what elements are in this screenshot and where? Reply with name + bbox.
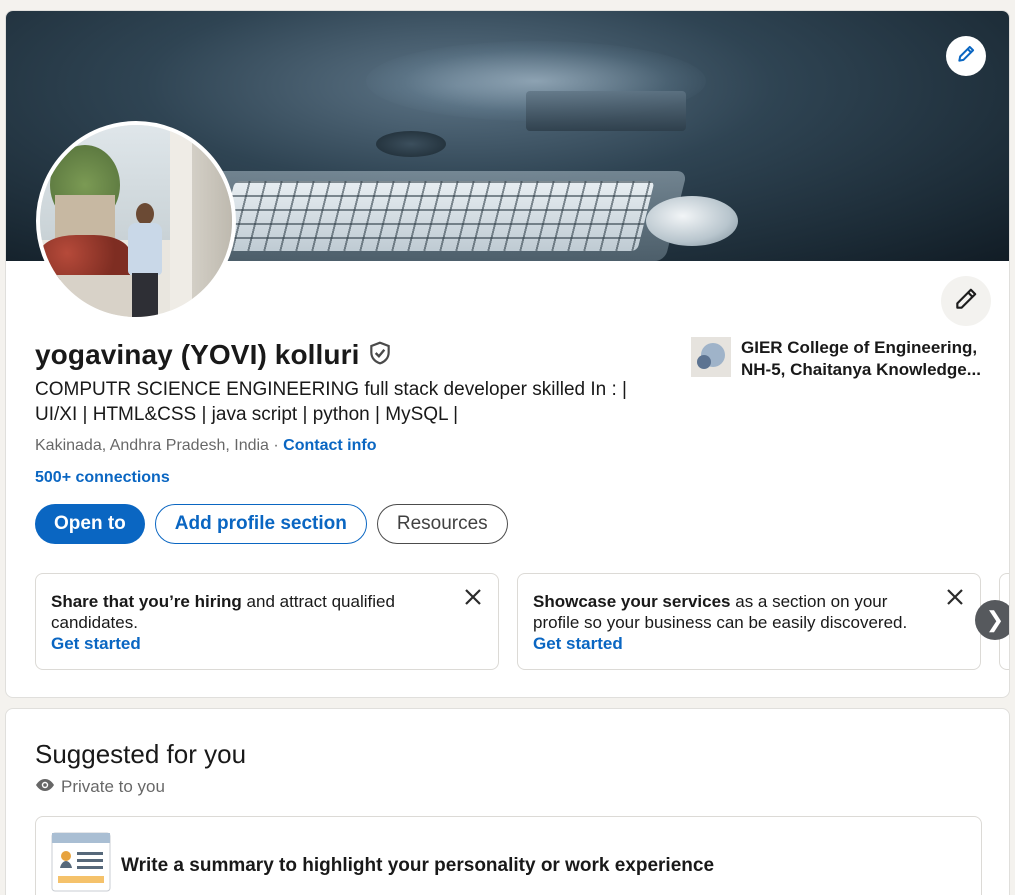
get-started-link[interactable]: Get started	[533, 634, 623, 654]
chevron-right-icon: ❯	[985, 607, 1005, 632]
promo-text: Share that you’re hiring and attract qua…	[51, 591, 451, 633]
profile-actions: Open to Add profile section Resources	[35, 504, 508, 544]
school-name-line2: NH-5, Chaitanya Knowledge...	[741, 360, 981, 379]
private-text: Private to you	[61, 777, 165, 796]
close-icon	[946, 588, 964, 611]
add-profile-section-button[interactable]: Add profile section	[154, 504, 367, 544]
edit-intro-button[interactable]	[941, 276, 991, 326]
contact-info-link[interactable]: Contact info	[283, 437, 376, 454]
pencil-icon	[953, 286, 979, 317]
school-logo	[691, 337, 731, 377]
summary-illustration-icon	[51, 832, 111, 892]
suggested-card: Suggested for you Private to you Write a…	[5, 708, 1010, 895]
promo-card-services: Showcase your services as a section on y…	[517, 573, 981, 670]
profile-photo[interactable]	[36, 121, 236, 321]
education-entry[interactable]: GIER College of Engineering, NH-5, Chait…	[691, 337, 991, 381]
connections-link[interactable]: 500+ connections	[35, 469, 170, 487]
suggested-title: Suggested for you	[35, 739, 247, 769]
school-name-line1: GIER College of Engineering,	[741, 338, 978, 357]
get-started-link[interactable]: Get started	[51, 634, 141, 654]
separator-dot: ·	[268, 437, 284, 454]
pencil-icon	[956, 44, 976, 69]
promo-text: Showcase your services as a section on y…	[533, 591, 933, 633]
open-to-button[interactable]: Open to	[35, 504, 145, 544]
carousel-next-button[interactable]: ❯	[975, 600, 1009, 640]
close-icon	[464, 588, 482, 611]
location-row: Kakinada, Andhra Pradesh, India · Contac…	[35, 437, 377, 455]
suggestion-item[interactable]: Write a summary to highlight your person…	[35, 816, 982, 895]
school-name: GIER College of Engineering, NH-5, Chait…	[741, 337, 991, 381]
name-row: yogavinay (YOVI) kolluri	[35, 339, 393, 371]
promo-bold: Showcase your services	[533, 592, 731, 611]
dismiss-button[interactable]	[462, 588, 484, 610]
eye-icon	[35, 777, 55, 797]
resources-button[interactable]: Resources	[376, 504, 508, 544]
edit-banner-button[interactable]	[946, 36, 986, 76]
suggestion-text: Write a summary to highlight your person…	[121, 855, 715, 876]
profile-headline: COMPUTR SCIENCE ENGINEERING full stack d…	[35, 379, 627, 425]
dismiss-button[interactable]	[944, 588, 966, 610]
promo-card-hiring: Share that you’re hiring and attract qua…	[35, 573, 499, 670]
profile-name: yogavinay (YOVI) kolluri	[35, 339, 360, 370]
private-note: Private to you	[35, 777, 165, 797]
profile-card: yogavinay (YOVI) kolluri COMPUTR SCIENCE…	[5, 10, 1010, 698]
profile-location: Kakinada, Andhra Pradesh, India	[35, 437, 269, 454]
promo-bold: Share that you’re hiring	[51, 592, 242, 611]
shield-check-icon[interactable]	[367, 340, 393, 371]
